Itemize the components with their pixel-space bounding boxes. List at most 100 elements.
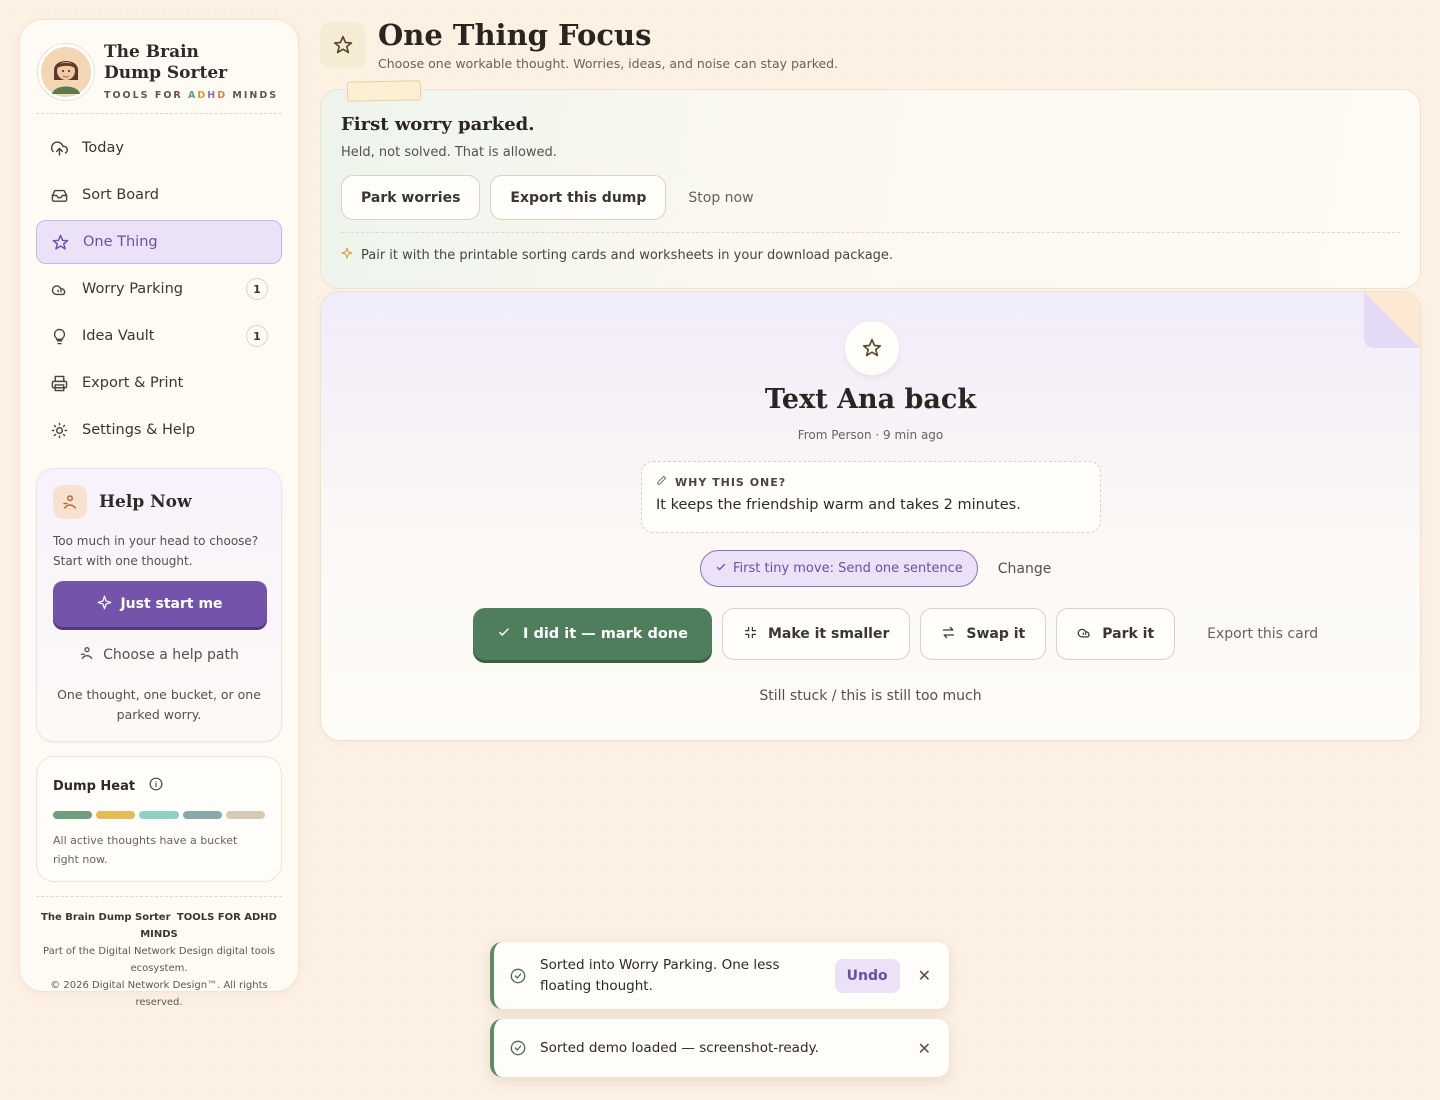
heat-bars xyxy=(53,811,266,819)
thought-meta: From Person · 9 min ago xyxy=(797,428,944,442)
sidebar: The Brain Dump Sorter TOOLS FOR ADHD MIN… xyxy=(19,19,299,1008)
sun-gear-icon xyxy=(50,421,68,439)
undo-button[interactable]: Undo xyxy=(834,958,900,993)
heat-bar xyxy=(182,811,222,819)
sidebar-item-sort-board[interactable]: Sort Board xyxy=(36,173,282,217)
worry-parked-card: First worry parked. Held, not solved. Th… xyxy=(320,89,1421,289)
check-circle-icon xyxy=(510,968,528,984)
parked-title: First worry parked. xyxy=(341,114,535,135)
star-icon xyxy=(845,321,899,375)
count-badge: 1 xyxy=(246,278,268,300)
page-subtitle: Choose one workable thought. Worries, id… xyxy=(378,56,839,71)
swap-icon xyxy=(941,625,956,644)
dump-heat-title: Dump Heat xyxy=(53,778,136,794)
toast-text: Sorted into Worry Parking. One less floa… xyxy=(540,956,780,994)
tape-decoration xyxy=(346,80,422,102)
why-text: It keeps the friendship warm and takes 2… xyxy=(656,497,1021,513)
one-thing-card: Text Ana back From Person · 9 min ago WH… xyxy=(320,291,1421,741)
sidebar-footer: The Brain Dump Sorter TOOLS FOR ADHD MIN… xyxy=(36,896,282,1011)
sidebar-item-label: Settings & Help xyxy=(82,422,196,438)
just-start-me-button[interactable]: Just start me xyxy=(53,581,267,627)
check-icon xyxy=(715,561,727,577)
why-label: WHY THIS ONE? xyxy=(675,475,787,489)
tag-d2: D xyxy=(217,90,228,101)
check-circle-icon xyxy=(510,1040,528,1056)
help-footnote: One thought, one bucket, or one parked w… xyxy=(57,687,261,722)
export-card-button[interactable]: Export this card xyxy=(1185,626,1340,642)
brand-name: The Brain Dump Sorter xyxy=(104,42,278,84)
stop-now-button[interactable]: Stop now xyxy=(676,190,765,206)
sidebar-item-export-print[interactable]: Export & Print xyxy=(36,361,282,405)
swap-it-button[interactable]: Swap it xyxy=(920,608,1047,660)
cloud-icon xyxy=(50,280,68,298)
page-title: One Thing Focus xyxy=(378,18,652,52)
brand-name-line2: Dump Sorter xyxy=(104,63,228,83)
person-help-icon xyxy=(53,485,87,519)
sidebar-item-worry-parking[interactable]: Worry Parking 1 xyxy=(36,267,282,311)
count-badge: 1 xyxy=(246,325,268,347)
mark-done-label: I did it — mark done xyxy=(523,626,688,642)
heat-bar xyxy=(53,811,93,819)
why-this-one-box: WHY THIS ONE? It keeps the friendship wa… xyxy=(641,461,1101,533)
lightbulb-icon xyxy=(50,327,68,345)
tag-pre: TOOLS FOR xyxy=(104,90,189,101)
change-move-button[interactable]: Change xyxy=(998,561,1052,577)
tag-a: A xyxy=(188,90,198,101)
first-tiny-move-pill[interactable]: First tiny move: Send one sentence xyxy=(700,550,978,587)
close-icon[interactable]: ✕ xyxy=(918,966,931,985)
sidebar-item-label: One Thing xyxy=(83,234,158,250)
sparkle-icon xyxy=(341,247,353,263)
sidebar-item-idea-vault[interactable]: Idea Vault 1 xyxy=(36,314,282,358)
parked-subtitle: Held, not solved. That is allowed. xyxy=(341,145,557,160)
help-body: Too much in your head to choose? Start w… xyxy=(53,534,259,568)
make-smaller-label: Make it smaller xyxy=(767,626,890,642)
sidebar-item-one-thing[interactable]: One Thing xyxy=(36,220,282,264)
choose-help-path-link[interactable]: Choose a help path xyxy=(53,645,265,665)
printable-tip: Pair it with the printable sorting cards… xyxy=(341,232,1400,263)
pencil-icon xyxy=(656,475,667,489)
sidebar-item-today[interactable]: Today xyxy=(36,126,282,170)
tiny-move-label: First tiny move: Send one sentence xyxy=(733,561,963,576)
make-smaller-button[interactable]: Make it smaller xyxy=(721,608,911,660)
shrink-icon xyxy=(743,625,758,644)
heat-bar xyxy=(96,811,136,819)
still-stuck-link[interactable]: Still stuck / this is still too much xyxy=(321,688,1420,704)
heat-bar xyxy=(225,811,266,819)
sidebar-item-label: Export & Print xyxy=(82,375,184,391)
park-it-button[interactable]: Park it xyxy=(1056,608,1176,660)
tag-h: H xyxy=(207,90,218,101)
park-worries-button[interactable]: Park worries xyxy=(341,175,481,220)
toast-text: Sorted demo loaded — screenshot-ready. xyxy=(540,1039,819,1056)
cloud-icon xyxy=(1077,625,1092,644)
tag-post: MINDS xyxy=(227,90,279,101)
swap-it-label: Swap it xyxy=(966,626,1026,642)
toast-worry-parking: Sorted into Worry Parking. One less floa… xyxy=(490,942,949,1009)
brand-name-line1: The Brain xyxy=(104,42,199,62)
brand-tagline: TOOLS FOR ADHD MINDS xyxy=(104,90,278,101)
printer-icon xyxy=(50,374,68,392)
export-dump-button[interactable]: Export this dump xyxy=(490,175,667,220)
sidebar-item-label: Worry Parking xyxy=(82,281,183,297)
brand: The Brain Dump Sorter TOOLS FOR ADHD MIN… xyxy=(36,36,282,114)
help-now-card: Help Now Too much in your head to choose… xyxy=(36,468,282,742)
check-icon xyxy=(497,625,511,643)
sparkle-icon xyxy=(97,595,112,614)
info-icon[interactable] xyxy=(149,777,163,795)
sidebar-item-settings-help[interactable]: Settings & Help xyxy=(36,408,282,452)
footer-brand: The Brain Dump Sorter xyxy=(41,912,171,923)
page-header: One Thing Focus Choose one workable thou… xyxy=(320,18,838,71)
dump-heat-card: Dump Heat All active thoughts have a buc… xyxy=(36,756,282,882)
mark-done-button[interactable]: I did it — mark done xyxy=(473,608,712,660)
toast-demo-loaded: Sorted demo loaded — screenshot-ready. ✕ xyxy=(490,1019,949,1077)
park-it-label: Park it xyxy=(1102,626,1155,642)
thought-title: Text Ana back xyxy=(764,384,977,415)
person-help-icon xyxy=(79,645,95,665)
star-icon xyxy=(320,22,366,68)
sidebar-item-label: Sort Board xyxy=(82,187,159,203)
tag-d: D xyxy=(197,90,208,101)
footer-line1: Part of the Digital Network Design digit… xyxy=(43,946,275,974)
avatar xyxy=(38,43,94,100)
close-icon[interactable]: ✕ xyxy=(918,1039,931,1058)
sidebar-item-label: Idea Vault xyxy=(82,328,155,344)
tip-text: Pair it with the printable sorting cards… xyxy=(361,247,894,263)
